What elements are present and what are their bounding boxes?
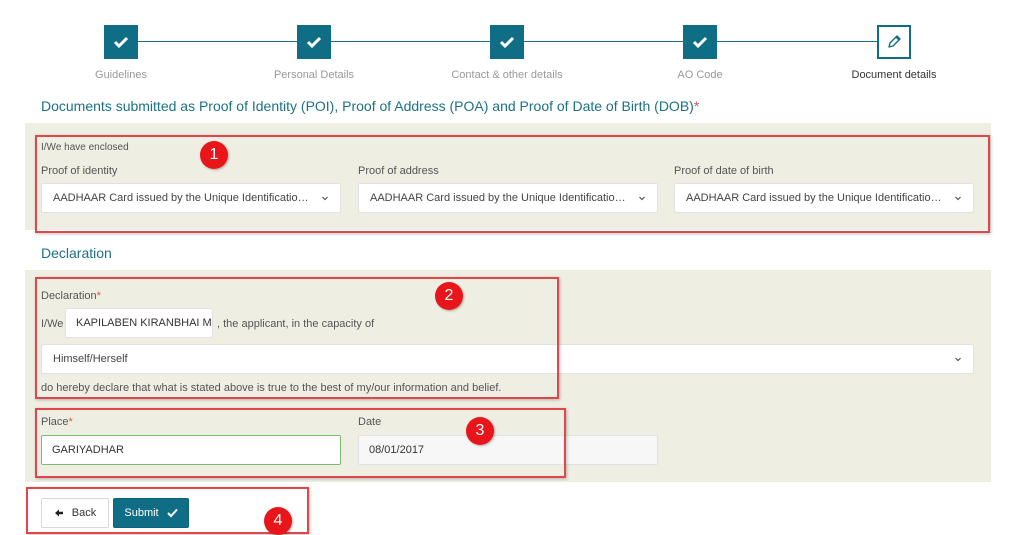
step-label-document-details: Document details [851,69,937,81]
annotation-badge-1: 1 [200,141,228,169]
step-document-details[interactable] [877,25,911,59]
annotation-badge-3: 3 [466,417,494,445]
step-contact-details[interactable] [490,25,524,59]
pencil-icon [877,25,911,59]
check-icon [683,25,717,59]
step-label-personal-details: Personal Details [273,69,355,81]
check-icon [490,25,524,59]
check-icon [104,25,138,59]
annotation-badge-4: 4 [264,507,292,535]
annotation-box-2 [35,277,559,399]
step-personal-details[interactable] [297,25,331,59]
step-label-ao-code: AO Code [677,69,723,81]
step-guidelines[interactable] [104,25,138,59]
step-label-guidelines: Guidelines [95,69,147,81]
annotation-badge-2: 2 [435,282,463,310]
step-label-contact-details: Contact & other details [451,69,563,81]
step-ao-code[interactable] [683,25,717,59]
declaration-section-title: Declaration [41,245,112,261]
documents-section-title: Documents submitted as Proof of Identity… [41,98,700,114]
annotation-box-1 [35,135,990,233]
chevron-down-icon [955,357,961,362]
progress-stepper: Guidelines Personal Details Contact & ot… [0,0,1014,92]
check-icon [297,25,331,59]
